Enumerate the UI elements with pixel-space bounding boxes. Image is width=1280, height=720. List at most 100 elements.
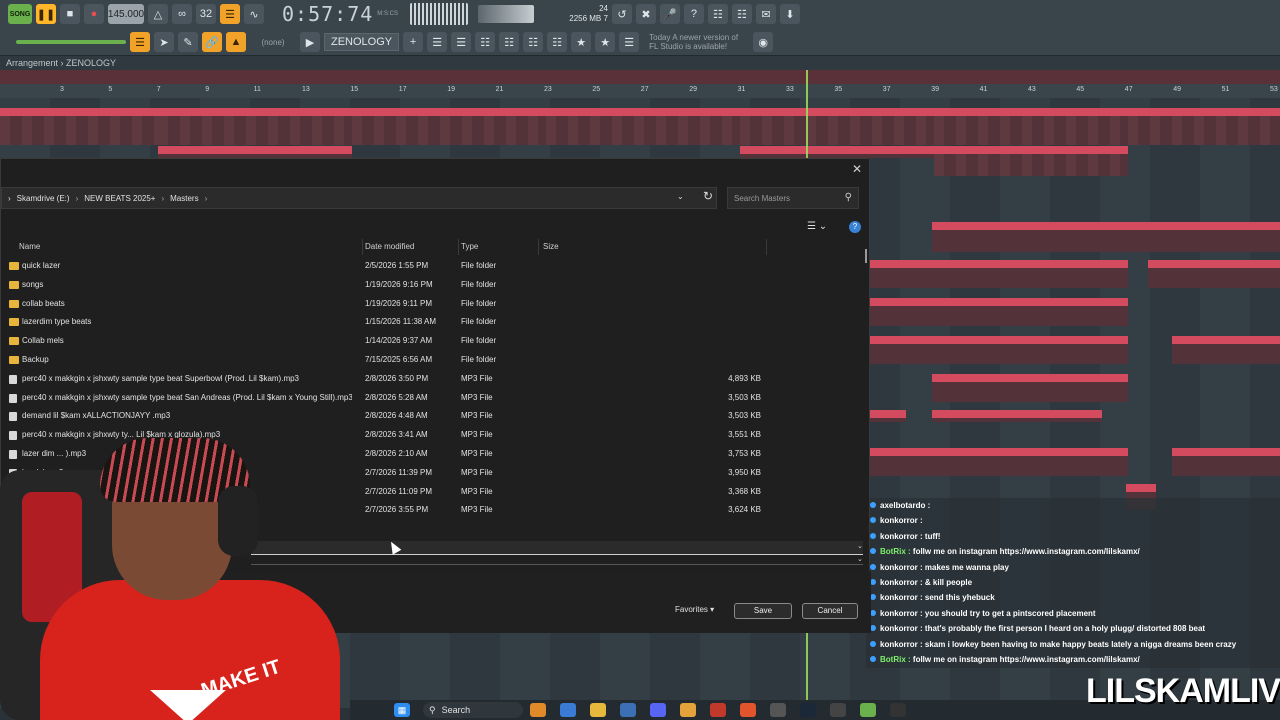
tempo-display[interactable]: 145.000 [108, 4, 144, 24]
pattern-selector[interactable]: ZENOLOGY [324, 33, 400, 51]
view-options-icon[interactable]: ☰ ⌄ [807, 221, 827, 232]
column-size[interactable]: Size [537, 239, 767, 255]
search-input[interactable]: Search Masters ⚲ [727, 187, 859, 209]
clip-klap1[interactable]: Klap1 [932, 374, 1128, 402]
help-icon[interactable]: ? [849, 221, 861, 233]
play-button[interactable]: ❚❚ [36, 4, 56, 24]
playlist-icon[interactable]: ☰ [427, 32, 448, 52]
store-icon[interactable] [620, 703, 636, 717]
clip-purity-drag-strings[interactable]: (Purity) Drag Strings [1128, 108, 1280, 145]
app-icon[interactable] [770, 703, 786, 717]
app-icon[interactable] [860, 703, 876, 717]
app-icon[interactable] [530, 703, 546, 717]
record-button[interactable]: ● [84, 4, 104, 24]
tools-icon[interactable]: ✖ [635, 4, 656, 24]
chevron-down-icon[interactable]: ⌄ [857, 542, 863, 550]
pattern-none-label[interactable]: (none) [250, 38, 296, 47]
file-row[interactable]: perc40 x makkgin x jshxwty sample type b… [1, 389, 863, 408]
channel-rack-icon[interactable]: ☷ [475, 32, 496, 52]
search-icon[interactable]: ⚲ [845, 192, 852, 203]
favorites-dropdown[interactable]: Favorites ▾ [675, 605, 714, 614]
folder-row[interactable]: Collab mels 1/14/2026 9:37 AM File folder [1, 332, 863, 351]
countdown-icon[interactable]: ∿ [244, 4, 264, 24]
taskbar-search[interactable]: ⚲ Search [423, 702, 523, 718]
mixer-icon[interactable]: ☷ [707, 4, 728, 24]
blend-icon[interactable]: ☰ [220, 4, 240, 24]
file-explorer-icon[interactable] [590, 703, 606, 717]
column-type[interactable]: Type [455, 239, 539, 255]
breadcrumb-item[interactable]: Skamdrive (E:) [17, 194, 70, 203]
master-volume-slider[interactable] [16, 40, 126, 44]
globe-icon[interactable]: ◉ [753, 32, 774, 52]
clip-purity-drag-strings[interactable]: (Purity) Drag Strings [934, 108, 1128, 145]
add-pattern-icon[interactable]: + [403, 32, 424, 52]
download-icon[interactable]: ⬇ [779, 4, 800, 24]
address-bar[interactable]: › Skamdrive (E:) › NEW BEATS 2025+ › Mas… [1, 187, 717, 209]
clip-xangang-snare[interactable]: XanGang Snare [870, 298, 1128, 326]
fl-studio-icon[interactable] [680, 703, 696, 717]
clip-chant[interactable]: chant [2] nice [932, 410, 1102, 422]
column-date[interactable]: Date modified [359, 239, 459, 255]
timeline-ruler[interactable]: 3 5 7 9 11 13 15 17 19 21 23 25 27 29 31 33 35 37 39 41 43 45… [0, 70, 1280, 98]
breadcrumb-item[interactable]: NEW BEATS 2025+ [84, 194, 155, 203]
steam-icon[interactable] [800, 703, 816, 717]
clip-808-main[interactable]: @1jxles - 808Main #2 [870, 448, 1128, 476]
column-name[interactable]: Name [13, 239, 363, 255]
metronome-icon[interactable]: △ [148, 4, 168, 24]
clip-stove-top-hi-hat[interactable]: Stove Top Hi Hat [932, 222, 1128, 252]
clip-stove-top-hi-hat[interactable]: Stove Top Hi Hat [1128, 222, 1280, 252]
loop-icon[interactable]: ∞ [172, 4, 192, 24]
app-icon[interactable] [890, 703, 906, 717]
folder-row[interactable]: collab beats 1/19/2026 9:11 PM File folder [1, 295, 863, 314]
clip-purity-drag-strings[interactable]: (Purity) Drag Strings [158, 108, 354, 145]
close-icon[interactable]: ✕ [849, 161, 865, 177]
scrollbar[interactable] [865, 249, 867, 263]
chevron-down-icon[interactable]: ⌄ [677, 192, 684, 201]
chat-icon[interactable]: ✉ [755, 4, 776, 24]
clip-zenology[interactable]: ZENOLOGY [740, 146, 934, 158]
folder-row[interactable]: quick lazer 2/5/2026 1:55 PM File folder [1, 257, 863, 276]
clip-purity-drag-strings[interactable]: (Purity) Drag Strings [546, 108, 740, 145]
clip-808-main[interactable]: @1jxles - 808Main #2 [1172, 448, 1280, 476]
brave-icon[interactable] [740, 703, 756, 717]
save-button[interactable]: Save [734, 603, 792, 619]
stop-button[interactable]: ■ [60, 4, 80, 24]
app-icon[interactable] [830, 703, 846, 717]
cancel-button[interactable]: Cancel [802, 603, 858, 619]
file-row[interactable]: demand lil $kam xALLACTIONJAYY .mp3 2/8/2… [1, 407, 863, 426]
plugin-picker-icon[interactable]: ☷ [547, 32, 568, 52]
step-icon[interactable]: 32 [196, 4, 216, 24]
snap-icon[interactable]: 🔗 [202, 32, 222, 52]
clip-gosnr2[interactable]: GoSNR2 [1148, 260, 1280, 288]
pencil-icon[interactable]: ✎ [178, 32, 198, 52]
clip-clap3[interactable]: Clap 3 [870, 336, 1128, 364]
clip-chant-stub[interactable] [870, 410, 906, 422]
chevron-down-icon[interactable]: ⌄ [857, 555, 863, 563]
script-icon[interactable]: ☰ [619, 32, 640, 52]
pattern-mode-icon[interactable]: ☰ [130, 32, 150, 52]
help-icon[interactable]: ? [683, 4, 704, 24]
discord-icon[interactable] [650, 703, 666, 717]
song-mode-badge[interactable]: SONG [8, 4, 32, 24]
refresh-icon[interactable]: ↻ [699, 189, 717, 207]
breadcrumb-item[interactable]: Masters [170, 194, 198, 203]
clip-drag-strings[interactable]: Drag Strings [0, 108, 160, 145]
clip-purity-drag-strings[interactable]: (Purity) Drag Strings [352, 108, 548, 145]
folder-row[interactable]: lazerdim type beats 1/15/2026 11:38 AM Fil… [1, 313, 863, 332]
touch-icon[interactable]: ★ [571, 32, 592, 52]
clip-zenology[interactable]: ZENOLOGY [158, 146, 352, 158]
stamp-icon[interactable]: ▲ [226, 32, 246, 52]
arrow-icon[interactable]: ➤ [154, 32, 174, 52]
clip-zenology[interactable]: ZENOLOGY [934, 146, 1128, 176]
hint-icon[interactable]: ★ [595, 32, 616, 52]
file-row[interactable]: perc40 x makkgin x jshxwty sample type b… [1, 370, 863, 389]
clip-clap3[interactable]: Clap 3 [1172, 336, 1280, 364]
clip-gosnr2[interactable]: GoSNR2 [870, 260, 1128, 288]
start-icon[interactable]: ▦ [394, 703, 410, 717]
browser-icon[interactable]: ☷ [523, 32, 544, 52]
copilot-icon[interactable] [560, 703, 576, 717]
plugin-icon[interactable]: ☷ [731, 4, 752, 24]
folder-row[interactable]: Backup 7/15/2025 6:56 AM File folder [1, 351, 863, 370]
undo-icon[interactable]: ↺ [611, 4, 632, 24]
piano-roll-icon[interactable]: ☰ [451, 32, 472, 52]
